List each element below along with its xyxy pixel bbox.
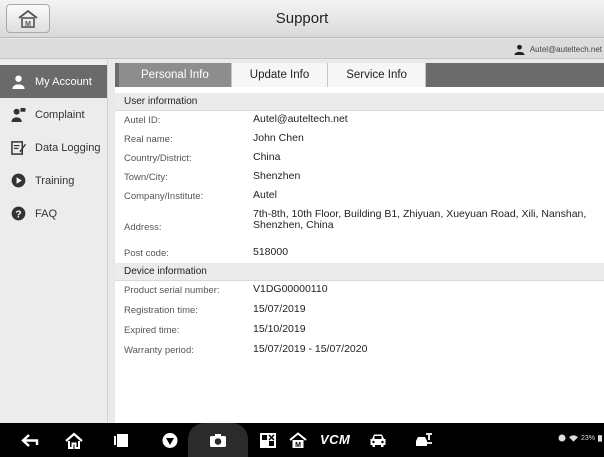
field-value: V1DG00000110: [253, 283, 328, 295]
section-heading: Device information: [115, 263, 604, 281]
sidebar-item-label: Training: [35, 174, 75, 187]
field-label: Warranty period:: [124, 345, 194, 356]
field-label: Real name:: [124, 134, 173, 145]
field-label: Country/District:: [124, 153, 192, 164]
field-value: 7th-8th, 10th Floor, Building B1, Zhiyua…: [253, 208, 587, 231]
page-title: Support: [275, 10, 329, 27]
back-icon[interactable]: [20, 431, 40, 449]
info-row-company: Company/Institute: Autel: [115, 187, 604, 206]
info-row-post-code: Post code: 518000: [115, 244, 604, 263]
help-icon: ?: [11, 206, 26, 221]
sidebar-item-data-logging[interactable]: Data Logging: [0, 131, 107, 164]
recent-apps-icon[interactable]: [112, 431, 132, 449]
account-indicator[interactable]: Autel@auteltech.net: [514, 41, 602, 57]
device-info-list: Product serial number: V1DG00000110 Regi…: [115, 281, 604, 361]
notification-icon: [558, 434, 566, 442]
sidebar-item-label: Complaint: [35, 108, 85, 121]
field-label: Product serial number:: [124, 285, 220, 296]
complaint-icon: [11, 107, 26, 122]
user-icon: [12, 75, 25, 89]
svg-text:?: ?: [15, 209, 21, 220]
field-label: Post code:: [124, 248, 169, 259]
window-icon[interactable]: [258, 431, 278, 449]
account-bar: Autel@auteltech.net: [0, 39, 604, 59]
data-logging-icon: [11, 141, 26, 155]
sidebar-item-label: Data Logging: [35, 141, 101, 154]
info-row-autel-id: Autel ID: Autel@auteltech.net: [115, 111, 604, 130]
battery-percent: 23%: [580, 434, 595, 442]
sidebar-item-training[interactable]: Training: [0, 164, 107, 197]
browser-icon[interactable]: [160, 431, 180, 449]
info-row-address: Address: 7th-8th, 10th Floor, Building B…: [115, 206, 604, 244]
user-info-list: Autel ID: Autel@auteltech.net Real name:…: [115, 111, 604, 263]
field-value: 518000: [253, 246, 289, 258]
svg-text:M: M: [295, 442, 301, 449]
field-label: Address:: [124, 222, 162, 233]
title-bar: M Support: [0, 0, 604, 38]
info-row-real-name: Real name: John Chen: [115, 130, 604, 149]
personal-info-content: User information Autel ID: Autel@autelte…: [115, 93, 604, 361]
field-value: 15/07/2019 - 15/07/2020: [253, 343, 368, 355]
battery-icon: [598, 435, 602, 442]
tab-update-info[interactable]: Update Info: [231, 63, 329, 87]
sidebar-item-my-account[interactable]: My Account: [0, 65, 107, 98]
field-label: Autel ID:: [124, 115, 161, 126]
user-icon: [514, 44, 525, 55]
info-row-country: Country/District: China: [115, 149, 604, 168]
main-panel: Personal Info Update Info Service Info U…: [115, 63, 604, 423]
field-value: Shenzhen: [253, 170, 301, 182]
field-label: Company/Institute:: [124, 191, 204, 202]
camera-icon[interactable]: [208, 431, 228, 449]
status-tray: 23%: [558, 434, 602, 442]
field-label: Expired time:: [124, 325, 180, 336]
play-icon: [11, 173, 26, 188]
account-email: Autel@auteltech.net: [529, 44, 602, 54]
autel-home-icon[interactable]: M: [288, 431, 308, 449]
section-heading: User information: [115, 93, 604, 111]
tab-service-info[interactable]: Service Info: [328, 63, 426, 87]
tab-personal-info[interactable]: Personal Info: [119, 63, 232, 87]
field-value: 15/10/2019: [253, 323, 306, 335]
field-value: China: [253, 151, 281, 163]
home-icon[interactable]: [64, 431, 84, 449]
vcm-icon[interactable]: VCM: [320, 432, 350, 447]
sidebar-item-label: My Account: [35, 75, 92, 88]
field-label: Registration time:: [124, 305, 198, 316]
field-value: Autel@auteltech.net: [253, 113, 348, 125]
bottom-nav-bar: M VCM 23%: [0, 423, 604, 457]
tab-bar: Personal Info Update Info Service Info: [115, 63, 604, 87]
sidebar-item-label: FAQ: [35, 207, 58, 220]
car-repair-icon[interactable]: [414, 431, 434, 449]
sidebar-item-faq[interactable]: ? FAQ: [0, 197, 107, 230]
info-row-serial: Product serial number: V1DG00000110: [115, 281, 604, 301]
info-row-expired: Expired time: 15/10/2019: [115, 321, 604, 341]
info-row-warranty: Warranty period: 15/07/2019 - 15/07/2020: [115, 341, 604, 361]
tab-bar-filler: [425, 63, 604, 87]
wifi-icon: [568, 435, 578, 442]
field-value: John Chen: [253, 132, 304, 144]
car-icon[interactable]: [368, 431, 388, 449]
field-value: Autel: [253, 189, 277, 201]
field-value: 15/07/2019: [253, 303, 306, 315]
sidebar-item-complaint[interactable]: Complaint: [0, 98, 107, 131]
field-label: Town/City:: [124, 172, 168, 183]
sidebar: My Account Complaint Data Logging Traini…: [0, 60, 108, 423]
info-row-registration: Registration time: 15/07/2019: [115, 301, 604, 321]
info-row-town: Town/City: Shenzhen: [115, 168, 604, 187]
